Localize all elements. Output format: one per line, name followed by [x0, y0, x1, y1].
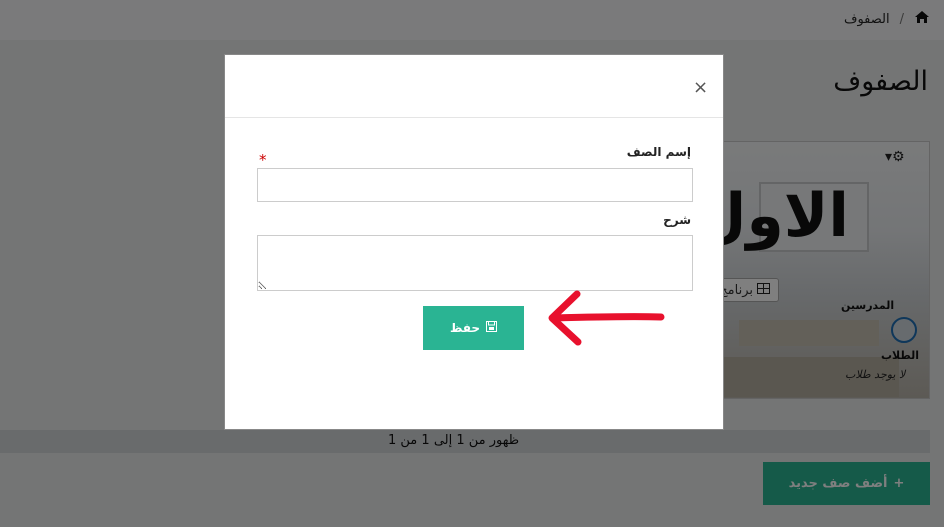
class-name-label: إسم الصف [626, 145, 691, 159]
add-class-modal: × إسم الصف * شرح حفظ [224, 54, 724, 430]
class-name-input[interactable] [257, 168, 693, 202]
required-marker: * [259, 151, 267, 169]
save-button[interactable]: حفظ [423, 306, 524, 350]
save-button-label: حفظ [449, 321, 481, 335]
close-icon[interactable]: × [693, 77, 708, 98]
arrow-annotation-icon [548, 290, 665, 346]
description-label: شرح [663, 213, 691, 227]
description-textarea[interactable] [257, 235, 693, 291]
save-icon [486, 321, 498, 335]
modal-divider [225, 117, 723, 118]
